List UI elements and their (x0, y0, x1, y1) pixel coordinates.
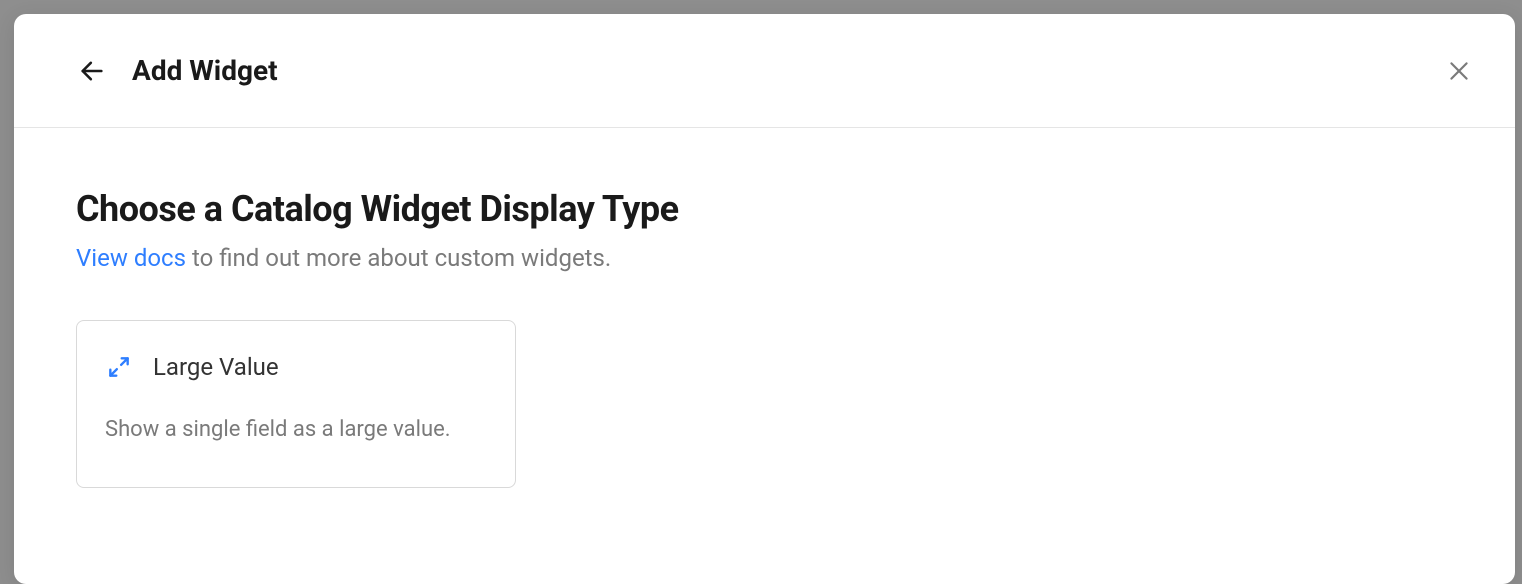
close-button[interactable] (1443, 55, 1475, 87)
section-subtext: View docs to find out more about custom … (76, 244, 1453, 272)
close-icon (1446, 58, 1472, 84)
card-title: Large Value (153, 353, 279, 381)
widget-card-large-value[interactable]: Large Value Show a single field as a lar… (76, 320, 516, 488)
card-description: Show a single field as a large value. (105, 413, 487, 447)
section-subtext-rest: to find out more about custom widgets. (186, 244, 611, 272)
arrow-left-icon (78, 57, 106, 85)
widget-card-grid: Large Value Show a single field as a lar… (76, 320, 1453, 488)
section-heading: Choose a Catalog Widget Display Type (76, 188, 1453, 230)
modal-title: Add Widget (132, 54, 278, 87)
back-button[interactable] (76, 55, 108, 87)
view-docs-link[interactable]: View docs (76, 244, 186, 272)
modal-body: Choose a Catalog Widget Display Type Vie… (14, 128, 1515, 528)
card-header: Large Value (105, 353, 487, 381)
expand-icon (105, 353, 133, 381)
add-widget-modal: Add Widget Choose a Catalog Widget Displ… (14, 14, 1515, 584)
modal-header: Add Widget (14, 14, 1515, 128)
